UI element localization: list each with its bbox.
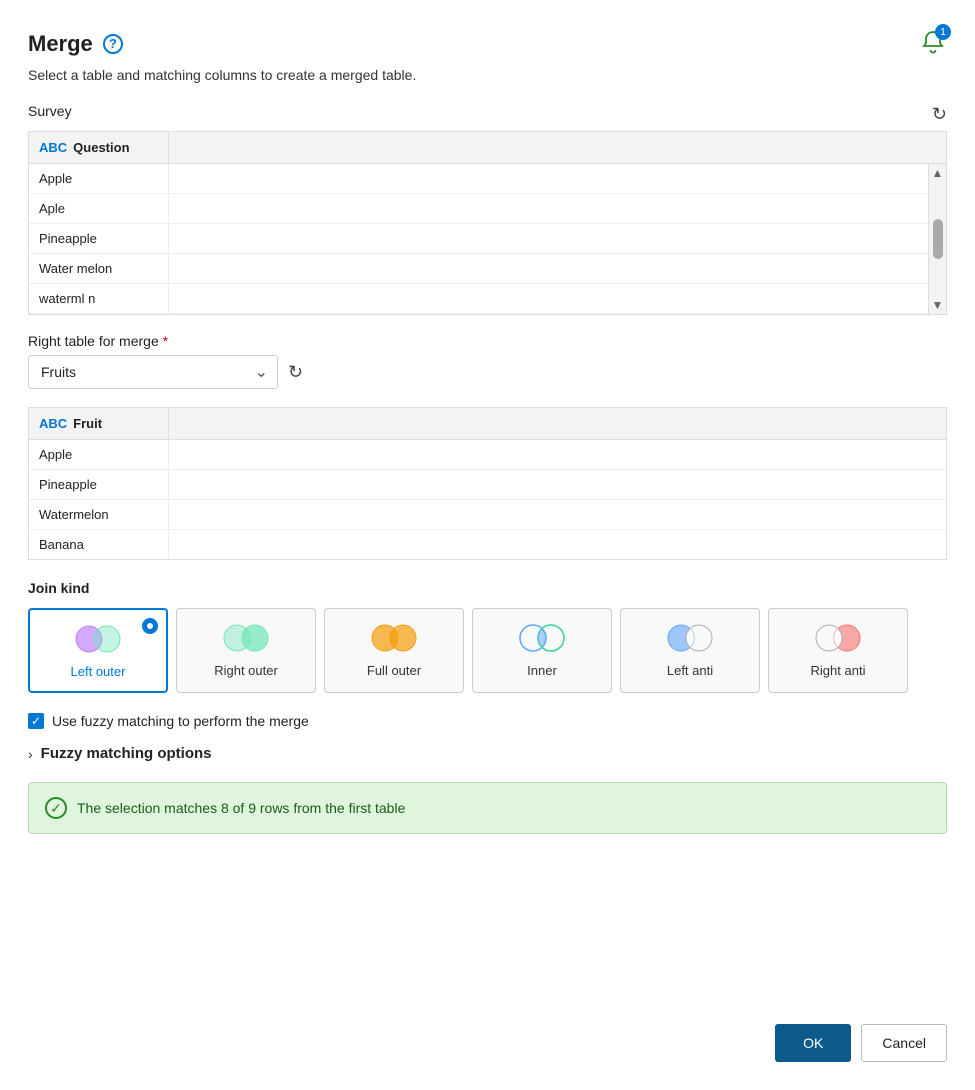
chevron-right-icon: › — [28, 746, 33, 762]
join-option-left-outer[interactable]: Left outer — [28, 608, 168, 693]
fruits-table: ABC Fruit Apple Pineapple Watermelon Ban… — [28, 407, 947, 560]
notification-icon[interactable]: 1 — [919, 28, 947, 59]
notification-badge: 1 — [935, 24, 951, 40]
success-message: The selection matches 8 of 9 rows from t… — [77, 800, 405, 816]
right-table-dropdown-wrapper: Fruits Survey ⌄ — [28, 355, 278, 389]
survey-cell[interactable]: Pineapple — [29, 224, 169, 253]
table-row[interactable]: Pineapple — [29, 224, 946, 254]
fuzzy-checkbox[interactable]: ✓ — [28, 713, 44, 729]
survey-table-header: ABC Question — [29, 132, 946, 164]
join-option-right-outer[interactable]: Right outer — [176, 608, 316, 693]
join-option-label: Right outer — [214, 663, 278, 678]
venn-right-anti — [811, 621, 865, 655]
fruits-column-label: Fruit — [73, 416, 102, 431]
fuzzy-matching-options-toggle[interactable]: › Fuzzy matching options — [28, 745, 947, 762]
join-option-full-outer[interactable]: Full outer — [324, 608, 464, 693]
fruits-table-body: Apple Pineapple Watermelon Banana — [29, 440, 946, 559]
survey-cell[interactable]: Water melon — [29, 254, 169, 283]
survey-table-body: Apple Aple Pineapple Water melon waterml… — [29, 164, 946, 314]
scrollbar[interactable]: ▲ ▼ — [928, 164, 946, 314]
scroll-down-icon[interactable]: ▼ — [932, 298, 944, 312]
survey-table: ABC Question Apple Aple Pineapple Water … — [28, 131, 947, 315]
survey-refresh-icon[interactable]: ↻ — [932, 104, 947, 125]
bottom-buttons: OK Cancel — [28, 1014, 947, 1062]
table-row[interactable]: Watermelon — [29, 500, 946, 530]
table-row[interactable]: Banana — [29, 530, 946, 559]
title-row: Merge ? — [28, 31, 123, 57]
survey-abc-icon: ABC — [39, 140, 67, 155]
join-option-right-anti[interactable]: Right anti — [768, 608, 908, 693]
survey-column-header: ABC Question — [29, 132, 169, 163]
venn-right-outer — [219, 621, 273, 655]
right-table-label: Right table for merge * — [28, 333, 168, 349]
cancel-button[interactable]: Cancel — [861, 1024, 947, 1062]
right-table-section: Right table for merge * Fruits Survey ⌄ … — [28, 333, 947, 397]
join-option-label: Left outer — [71, 664, 126, 679]
success-icon: ✓ — [45, 797, 67, 819]
venn-left-anti — [663, 621, 717, 655]
fruits-cell[interactable]: Banana — [29, 530, 169, 559]
venn-full-outer — [367, 621, 421, 655]
table-row[interactable]: Apple — [29, 440, 946, 470]
dialog-header: Merge ? 1 — [28, 28, 947, 59]
table-row[interactable]: Water melon — [29, 254, 946, 284]
checkbox-check-icon: ✓ — [31, 714, 41, 728]
help-icon[interactable]: ? — [103, 34, 123, 54]
join-option-left-anti[interactable]: Left anti — [620, 608, 760, 693]
table-row[interactable]: Aple — [29, 194, 946, 224]
merge-dialog: Merge ? 1 Select a table and matching co… — [0, 0, 975, 1090]
survey-label: Survey — [28, 103, 72, 119]
table-row[interactable]: Pineapple — [29, 470, 946, 500]
fruits-cell[interactable]: Pineapple — [29, 470, 169, 499]
join-kind-label: Join kind — [28, 580, 947, 596]
fruits-column-header: ABC Fruit — [29, 408, 169, 439]
join-option-label: Full outer — [367, 663, 421, 678]
fuzzy-label: Use fuzzy matching to perform the merge — [52, 713, 309, 729]
fruits-cell[interactable]: Apple — [29, 440, 169, 469]
survey-cell[interactable]: waterml n — [29, 284, 169, 313]
fruits-abc-icon: ABC — [39, 416, 67, 431]
survey-column-label: Question — [73, 140, 129, 155]
fruits-table-header: ABC Fruit — [29, 408, 946, 440]
join-option-inner[interactable]: Inner — [472, 608, 612, 693]
dialog-subtitle: Select a table and matching columns to c… — [28, 67, 947, 83]
success-banner: ✓ The selection matches 8 of 9 rows from… — [28, 782, 947, 834]
join-option-label: Left anti — [667, 663, 713, 678]
required-star: * — [163, 333, 168, 349]
scroll-up-icon[interactable]: ▲ — [932, 166, 944, 180]
fruits-cell[interactable]: Watermelon — [29, 500, 169, 529]
table-row[interactable]: waterml n — [29, 284, 946, 314]
join-option-label: Inner — [527, 663, 557, 678]
join-option-label: Right anti — [811, 663, 866, 678]
ok-button[interactable]: OK — [775, 1024, 851, 1062]
venn-inner — [515, 621, 569, 655]
join-options: Left outer Right outer Full outer — [28, 608, 947, 693]
fuzzy-checkbox-row[interactable]: ✓ Use fuzzy matching to perform the merg… — [28, 713, 947, 729]
survey-cell[interactable]: Apple — [29, 164, 169, 193]
selected-radio — [142, 618, 158, 634]
scroll-thumb[interactable] — [933, 219, 943, 259]
table-row[interactable]: Apple — [29, 164, 946, 194]
right-table-controls: Fruits Survey ⌄ ↻ — [28, 355, 947, 389]
right-table-dropdown[interactable]: Fruits Survey — [28, 355, 278, 389]
fuzzy-options-label: Fuzzy matching options — [41, 745, 212, 762]
dialog-title: Merge — [28, 31, 93, 57]
survey-cell[interactable]: Aple — [29, 194, 169, 223]
right-table-header: Right table for merge * — [28, 333, 947, 349]
survey-section-header: Survey ↻ — [28, 103, 947, 125]
right-table-refresh-icon[interactable]: ↻ — [288, 362, 303, 383]
venn-left-outer — [71, 622, 125, 656]
